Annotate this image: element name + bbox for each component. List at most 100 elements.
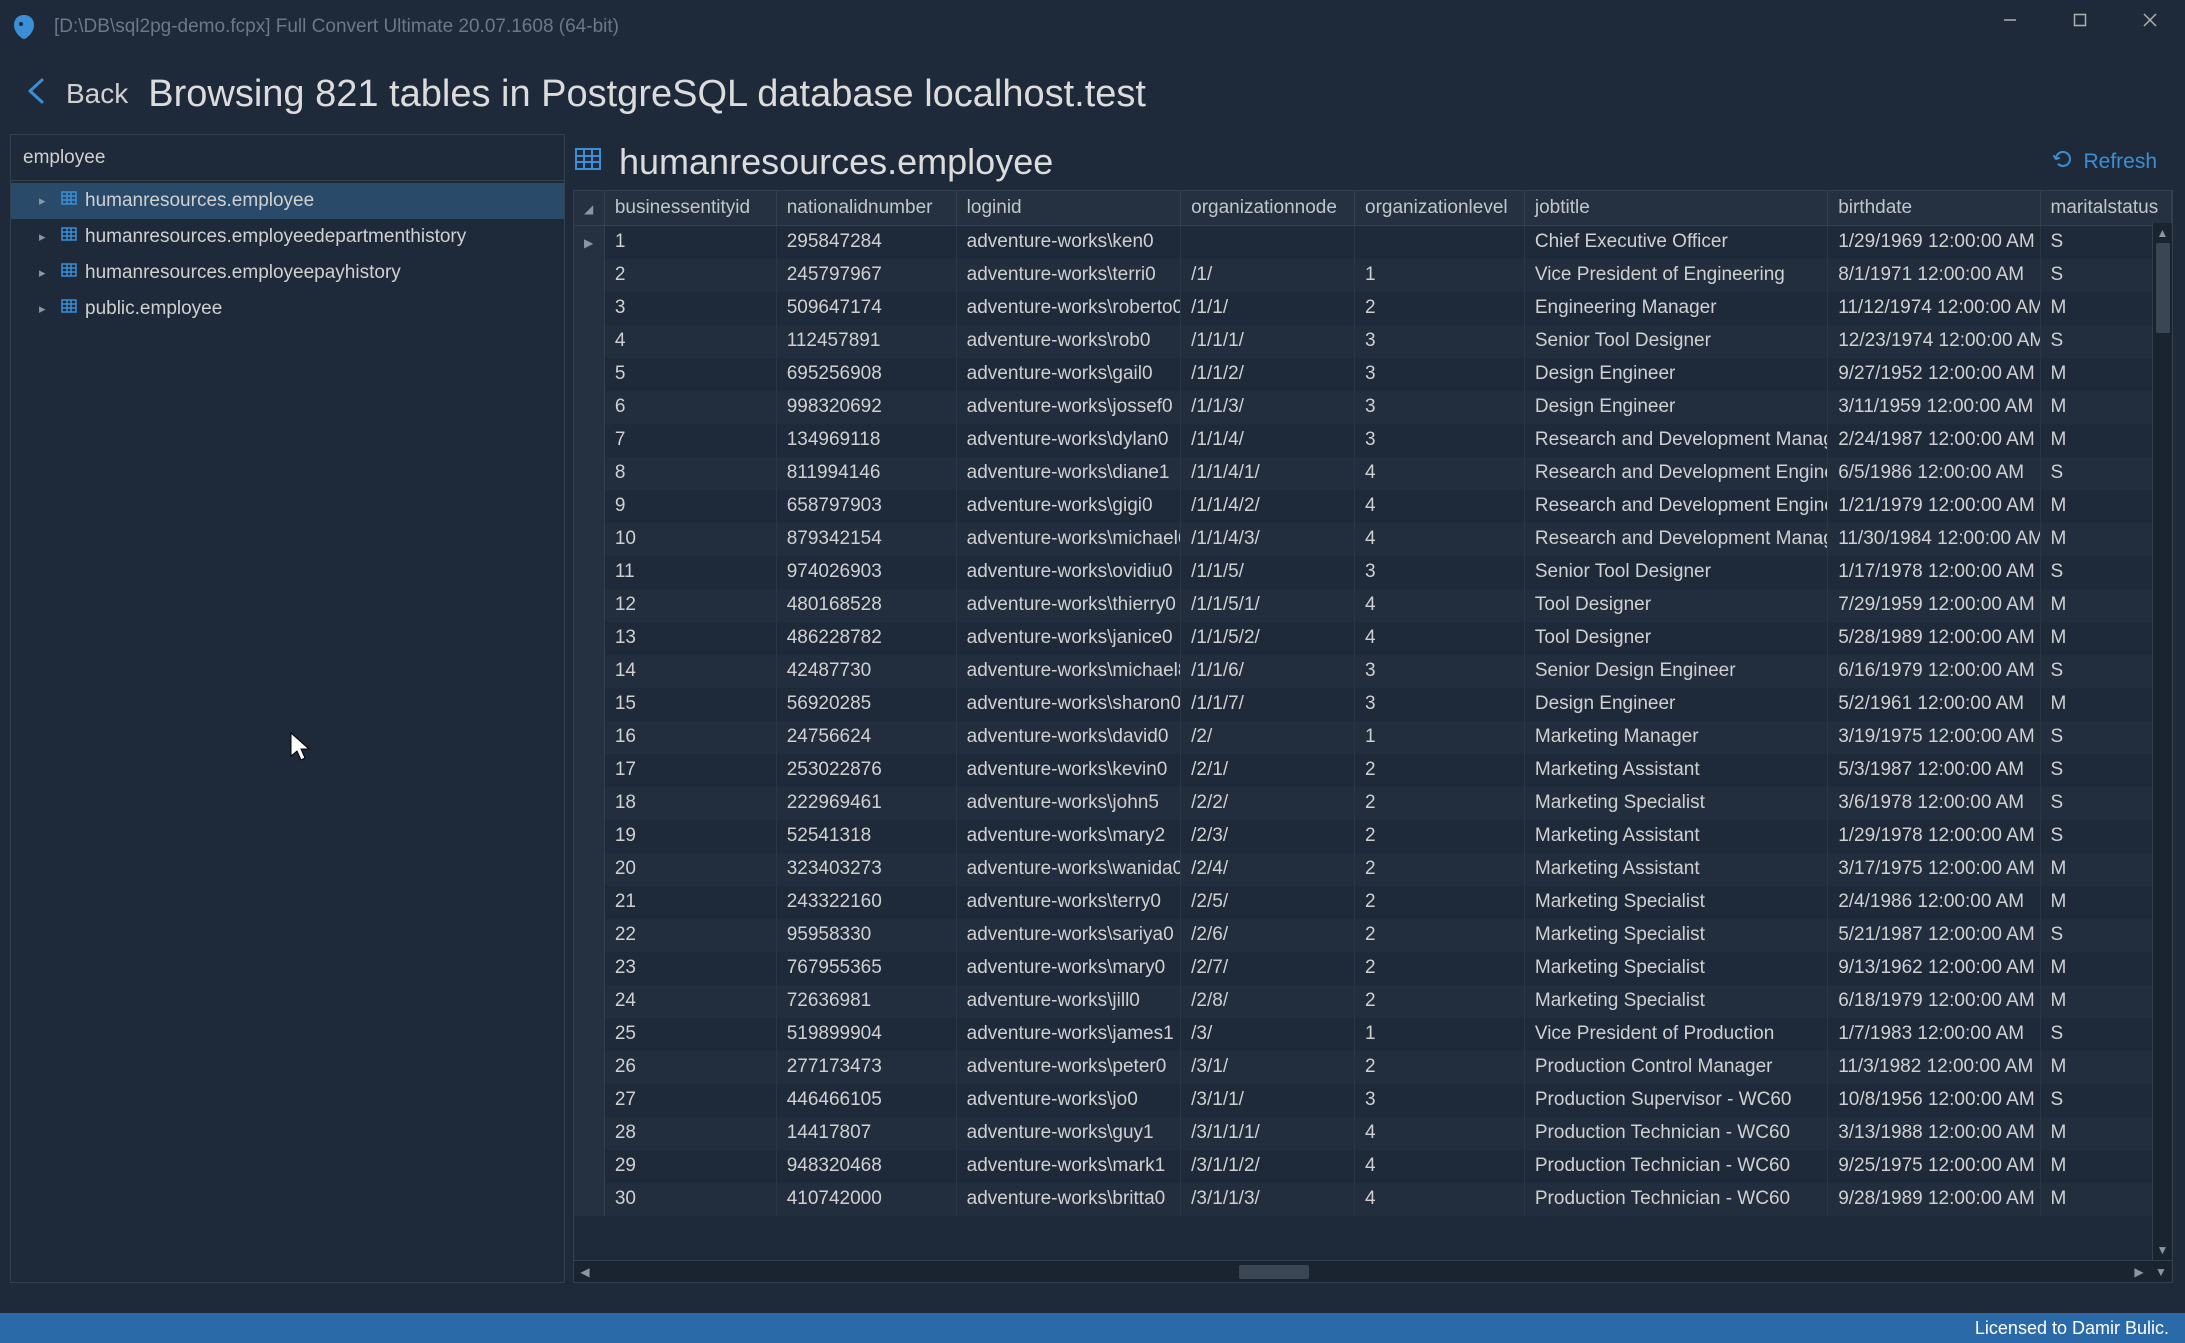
table-row[interactable]: 2245797967adventure-works\terri0/1/1Vice… xyxy=(574,259,2172,292)
cell[interactable]: Design Engineer xyxy=(1524,391,1827,424)
back-button[interactable]: Back xyxy=(20,74,128,114)
cell[interactable]: 695256908 xyxy=(776,358,956,391)
cell[interactable]: 11/30/1984 12:00:00 AM xyxy=(1828,523,2040,556)
cell[interactable]: adventure-works\jo0 xyxy=(956,1084,1180,1117)
cell[interactable]: adventure-works\james1 xyxy=(956,1018,1180,1051)
cell[interactable]: Marketing Assistant xyxy=(1524,754,1827,787)
table-row[interactable]: 13486228782adventure-works\janice0/1/1/5… xyxy=(574,622,2172,655)
cell[interactable]: 1/29/1969 12:00:00 AM xyxy=(1828,226,2040,259)
cell[interactable]: Marketing Specialist xyxy=(1524,985,1827,1018)
table-row[interactable]: 26277173473adventure-works\peter0/3/1/2P… xyxy=(574,1051,2172,1084)
row-header[interactable] xyxy=(574,1051,604,1084)
cell[interactable]: 767955365 xyxy=(776,952,956,985)
cell[interactable]: 9 xyxy=(604,490,776,523)
cell[interactable] xyxy=(1355,226,1525,259)
cell[interactable]: 15 xyxy=(604,688,776,721)
table-row[interactable]: 23767955365adventure-works\mary0/2/7/2Ma… xyxy=(574,952,2172,985)
cell[interactable]: /1/1/4/1/ xyxy=(1181,457,1355,490)
cell[interactable]: 11 xyxy=(604,556,776,589)
table-row[interactable]: 5695256908adventure-works\gail0/1/1/2/3D… xyxy=(574,358,2172,391)
cell[interactable]: 998320692 xyxy=(776,391,956,424)
cell[interactable]: adventure-works\mary2 xyxy=(956,820,1180,853)
column-header-jobtitle[interactable]: jobtitle xyxy=(1524,191,1827,226)
cell[interactable]: 295847284 xyxy=(776,226,956,259)
cell[interactable]: adventure-works\jill0 xyxy=(956,985,1180,1018)
cell[interactable]: 3/19/1975 12:00:00 AM xyxy=(1828,721,2040,754)
sidebar-item-0[interactable]: ▸humanresources.employee xyxy=(11,183,564,219)
cell[interactable]: 2/24/1987 12:00:00 AM xyxy=(1828,424,2040,457)
vertical-scrollbar[interactable]: ▲ ▼ xyxy=(2152,223,2172,1260)
cell[interactable]: 72636981 xyxy=(776,985,956,1018)
cell[interactable]: Marketing Assistant xyxy=(1524,820,1827,853)
cell[interactable]: /1/1/2/ xyxy=(1181,358,1355,391)
cell[interactable]: 410742000 xyxy=(776,1183,956,1216)
cell[interactable]: 26 xyxy=(604,1051,776,1084)
table-row[interactable]: 3509647174adventure-works\roberto0/1/1/2… xyxy=(574,292,2172,325)
cell[interactable]: 3 xyxy=(1355,391,1525,424)
cell[interactable]: Production Supervisor - WC60 xyxy=(1524,1084,1827,1117)
cell[interactable]: /2/2/ xyxy=(1181,787,1355,820)
cell[interactable]: Marketing Specialist xyxy=(1524,952,1827,985)
cell[interactable]: 19 xyxy=(604,820,776,853)
cell[interactable]: 486228782 xyxy=(776,622,956,655)
cell[interactable]: Research and Development Manager xyxy=(1524,424,1827,457)
table-row[interactable]: 6998320692adventure-works\jossef0/1/1/3/… xyxy=(574,391,2172,424)
cell[interactable]: adventure-works\peter0 xyxy=(956,1051,1180,1084)
cell[interactable]: /1/1/ xyxy=(1181,292,1355,325)
cell[interactable]: /1/1/5/ xyxy=(1181,556,1355,589)
cell[interactable]: 8 xyxy=(604,457,776,490)
cell[interactable]: 3/6/1978 12:00:00 AM xyxy=(1828,787,2040,820)
cell[interactable]: /2/4/ xyxy=(1181,853,1355,886)
column-header-organizationlevel[interactable]: organizationlevel xyxy=(1355,191,1525,226)
cell[interactable]: 253022876 xyxy=(776,754,956,787)
row-header[interactable] xyxy=(574,919,604,952)
cell[interactable]: 23 xyxy=(604,952,776,985)
cell[interactable]: Research and Development Engineer xyxy=(1524,457,1827,490)
cell[interactable]: 245797967 xyxy=(776,259,956,292)
row-header[interactable] xyxy=(574,325,604,358)
cell[interactable]: 811994146 xyxy=(776,457,956,490)
cell[interactable]: 1 xyxy=(1355,721,1525,754)
cell[interactable]: 2 xyxy=(1355,853,1525,886)
cell[interactable]: 1 xyxy=(1355,1018,1525,1051)
refresh-button[interactable]: Refresh xyxy=(2053,149,2173,175)
cell[interactable]: 4 xyxy=(1355,457,1525,490)
table-row[interactable]: 7134969118adventure-works\dylan0/1/1/4/3… xyxy=(574,424,2172,457)
cell[interactable]: 3 xyxy=(1355,688,1525,721)
row-header[interactable] xyxy=(574,358,604,391)
cell[interactable]: 3/17/1975 12:00:00 AM xyxy=(1828,853,2040,886)
scroll-thumb[interactable] xyxy=(1239,1265,1309,1279)
cell[interactable]: 1/17/1978 12:00:00 AM xyxy=(1828,556,2040,589)
cell[interactable]: 4 xyxy=(1355,1150,1525,1183)
cell[interactable]: /2/7/ xyxy=(1181,952,1355,985)
cell[interactable]: Production Technician - WC60 xyxy=(1524,1183,1827,1216)
sidebar-item-2[interactable]: ▸humanresources.employeepayhistory xyxy=(11,255,564,291)
row-header[interactable] xyxy=(574,589,604,622)
cell[interactable]: /3/ xyxy=(1181,1018,1355,1051)
cell[interactable]: adventure-works\gigi0 xyxy=(956,490,1180,523)
cell[interactable]: 21 xyxy=(604,886,776,919)
cell[interactable]: 42487730 xyxy=(776,655,956,688)
cell[interactable]: 22 xyxy=(604,919,776,952)
cell[interactable]: 1/29/1978 12:00:00 AM xyxy=(1828,820,2040,853)
cell[interactable]: /1/1/4/ xyxy=(1181,424,1355,457)
cell[interactable]: Vice President of Production xyxy=(1524,1018,1827,1051)
table-row[interactable]: 1952541318adventure-works\mary2/2/3/2Mar… xyxy=(574,820,2172,853)
cell[interactable]: /3/1/ xyxy=(1181,1051,1355,1084)
cell[interactable]: 9/28/1989 12:00:00 AM xyxy=(1828,1183,2040,1216)
table-row[interactable]: 4112457891adventure-works\rob0/1/1/1/3Se… xyxy=(574,325,2172,358)
cell[interactable]: adventure-works\mark1 xyxy=(956,1150,1180,1183)
column-header-birthdate[interactable]: birthdate xyxy=(1828,191,2040,226)
cell[interactable]: 509647174 xyxy=(776,292,956,325)
row-header[interactable] xyxy=(574,655,604,688)
row-header[interactable] xyxy=(574,1084,604,1117)
column-header-businessentityid[interactable]: businessentityid xyxy=(604,191,776,226)
cell[interactable]: /2/1/ xyxy=(1181,754,1355,787)
row-header[interactable] xyxy=(574,622,604,655)
cell[interactable]: adventure-works\rob0 xyxy=(956,325,1180,358)
row-header[interactable] xyxy=(574,721,604,754)
cell[interactable]: 2 xyxy=(1355,919,1525,952)
cell[interactable]: 14 xyxy=(604,655,776,688)
cell[interactable]: Vice President of Engineering xyxy=(1524,259,1827,292)
table-row[interactable]: 2472636981adventure-works\jill0/2/8/2Mar… xyxy=(574,985,2172,1018)
